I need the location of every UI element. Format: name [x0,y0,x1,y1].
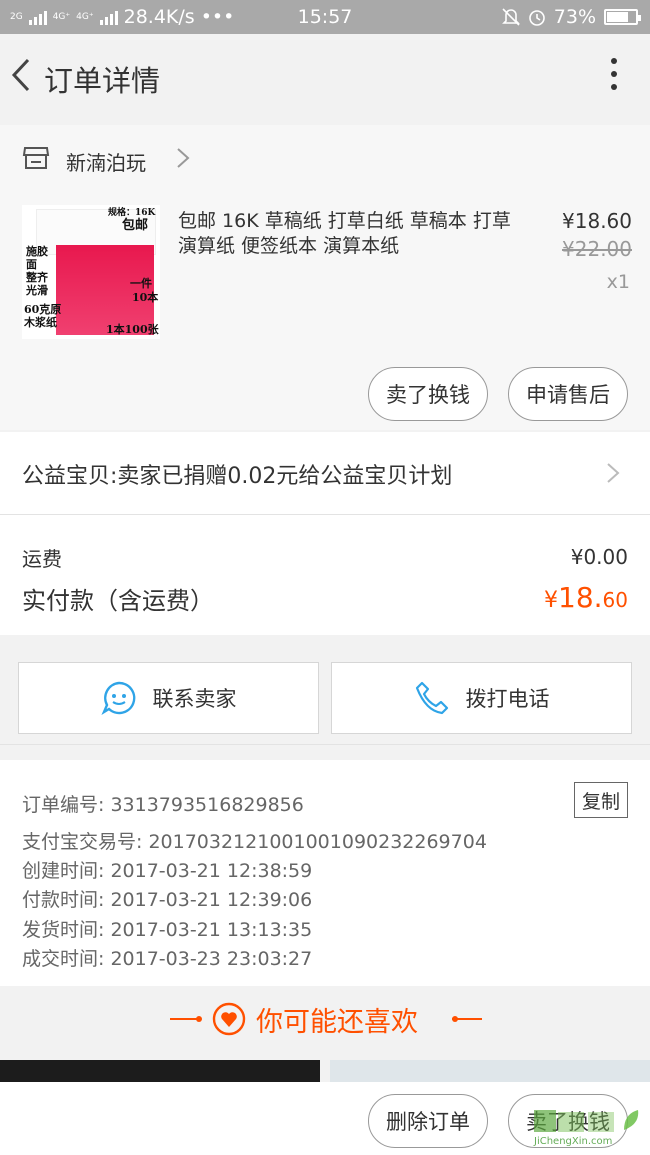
shop-icon [22,147,50,169]
sell-for-cash-button[interactable]: 卖了换钱 [368,367,488,421]
status-bar: 2G 4G⁺ 4G⁺ 28.4K/s ••• 15:57 73% [0,0,650,34]
divider-line-right [452,1018,482,1020]
battery-icon [604,9,641,25]
image-text-left5: 60克原 [24,303,62,316]
order-info: 订单编号: 3313793516829856 复制 支付宝交易号: 201703… [0,760,650,986]
paid-currency: ¥ [544,588,559,613]
image-text-left2: 面 [26,258,37,271]
order-number: 订单编号: 3313793516829856 [22,794,304,816]
contact-seller-label: 联系卖家 [152,687,237,711]
paid-integer: 18. [558,581,603,614]
image-text-left1: 施胶 [26,245,48,258]
delete-order-button[interactable]: 删除订单 [368,1094,488,1148]
chevron-right-icon [607,463,620,483]
image-text-left4: 光滑 [26,284,48,297]
image-text-free-ship: 包邮 [122,218,149,233]
charity-row[interactable]: 公益宝贝:卖家已捐赠0.02元给公益宝贝计划 [0,432,650,514]
created-time: 创建时间: 2017-03-21 12:38:59 [22,860,313,882]
product-item[interactable]: 规格：16K 包邮 施胶 面 整齐 光滑 60克原 木浆纸 一件 10本 1本1… [0,195,650,430]
battery-percent: 73% [553,6,596,28]
phone-icon [415,681,448,715]
charity-text: 公益宝贝:卖家已捐赠0.02元给公益宝贝计划 [22,464,453,489]
product-title[interactable]: 包邮 16K 草稿纸 打草白纸 草稿本 打草演算纸 便签纸本 演算本纸 [178,209,528,259]
image-text-right2: 10本 [132,291,159,304]
status-right: 73% [501,6,641,28]
heart-pin-icon [212,1002,246,1036]
shop-name: 新湳泊玩 [66,151,146,175]
chevron-right-icon [177,148,190,168]
paid-amount-label: 实付款（含运费） [22,587,214,615]
divider [0,744,650,745]
contact-seller-button[interactable]: 联系卖家 [18,662,319,734]
image-text-bottom: 1本100张 [106,323,159,336]
call-phone-label: 拨打电话 [465,687,550,711]
shipped-time: 发货时间: 2017-03-21 13:13:35 [22,919,313,941]
alarm-icon [528,10,545,26]
page-title: 订单详情 [44,64,161,98]
back-arrow-icon[interactable] [8,56,34,94]
product-price: ¥18.60 [562,209,632,233]
watermark-logo-icon [534,1110,639,1132]
image-text-left6: 木浆纸 [24,316,57,329]
paid-time: 付款时间: 2017-03-21 12:39:06 [22,889,313,911]
product-image[interactable]: 规格：16K 包邮 施胶 面 整齐 光滑 60克原 木浆纸 一件 10本 1本1… [22,205,160,339]
divider-dot-left [196,1016,202,1022]
recommend-title: 你可能还喜欢 [256,1007,418,1038]
recommend-header: 你可能还喜欢 [0,988,650,1050]
product-quantity: x1 [606,271,630,293]
shipping-value: ¥0.00 [570,545,628,569]
after-sale-button[interactable]: 申请售后 [508,367,628,421]
watermark-text: JiChengXin.com [534,1136,613,1147]
product-original-price: ¥22.00 [562,237,632,261]
call-phone-button[interactable]: 拨打电话 [331,662,632,734]
mute-icon [501,8,520,26]
image-text-left3: 整齐 [26,271,48,284]
fee-summary: 运费 ¥0.00 实付款（含运费） ¥18.60 [0,515,650,635]
shop-row[interactable]: 新湳泊玩 [0,125,650,195]
paid-decimal: 60 [602,588,628,612]
alipay-trade-number: 支付宝交易号: 2017032121001001090232269704 [22,831,487,853]
nav-header: 订单详情 [0,34,650,120]
completed-time: 成交时间: 2017-03-23 23:03:27 [22,948,313,970]
site-watermark: JiChengXin.com [528,1106,646,1150]
image-text-right1: 一件 [130,277,152,290]
paper-stack-side [56,245,154,335]
shipping-label: 运费 [22,547,62,571]
copy-button[interactable]: 复制 [574,782,628,818]
more-options-icon[interactable] [608,58,620,96]
paid-amount-value: ¥18.60 [544,581,628,614]
chat-bubble-icon [100,681,135,715]
